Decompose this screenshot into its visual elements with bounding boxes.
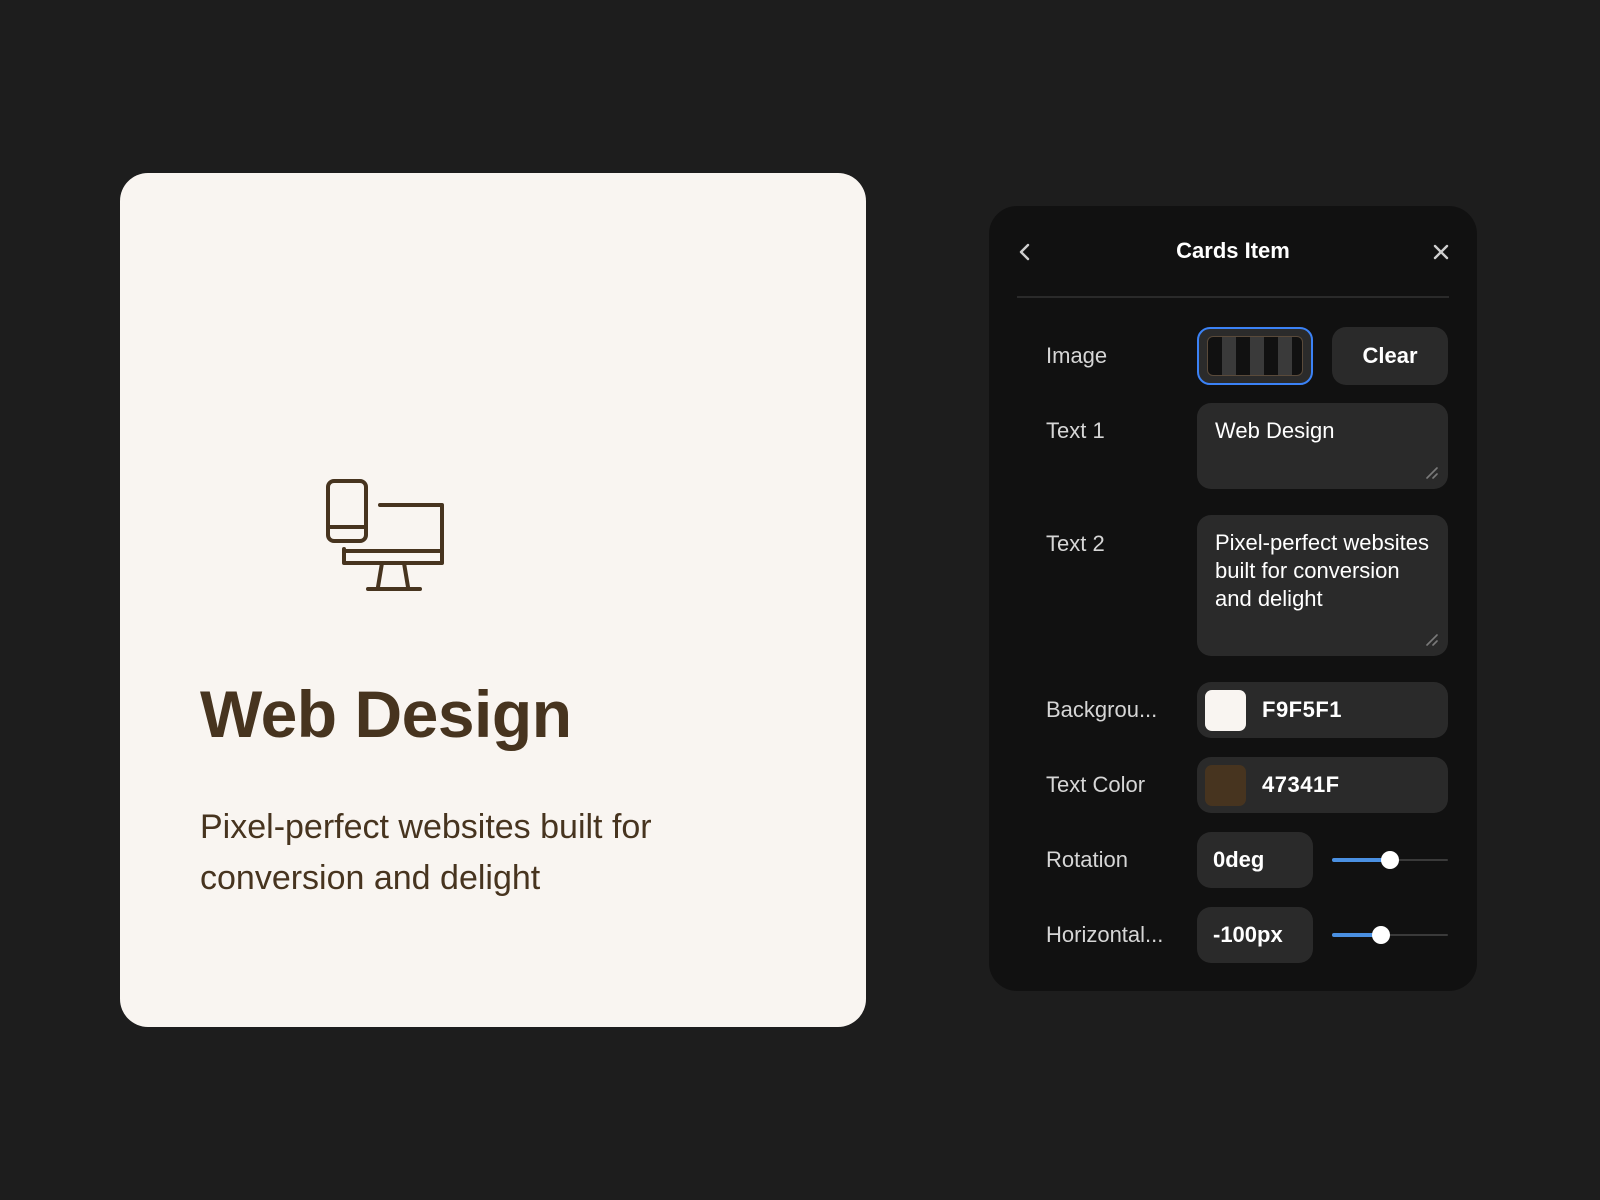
text2-field[interactable]: Pixel-perfect websites built for convers… (1197, 515, 1448, 656)
horizontal-value: -100px (1213, 922, 1283, 947)
text1-value: Web Design (1215, 418, 1335, 443)
slider-thumb[interactable] (1381, 851, 1399, 869)
horizontal-slider[interactable] (1332, 923, 1448, 947)
panel-header: Cards Item (1017, 206, 1449, 298)
text-color-hex: 47341F (1262, 772, 1340, 797)
card-description: Pixel-perfect websites built for convers… (200, 808, 652, 897)
horizontal-label: Horizontal... (1046, 922, 1164, 947)
rotation-label: Rotation (1046, 847, 1128, 872)
rotation-value: 0deg (1213, 847, 1265, 872)
text2-value: Pixel-perfect websites built for convers… (1215, 530, 1429, 611)
background-label: Backgrou... (1046, 697, 1158, 722)
text-color-field[interactable]: 47341F (1197, 757, 1448, 813)
text-color-swatch[interactable] (1205, 764, 1246, 806)
image-label: Image (1046, 343, 1108, 368)
background-hex: F9F5F1 (1262, 697, 1343, 722)
canvas: Web Design Pixel-perfect websites built … (0, 0, 1600, 1200)
panel-title: Cards Item (1176, 238, 1290, 263)
card-title: Web Design (200, 677, 572, 751)
preview-card[interactable]: Web Design Pixel-perfect websites built … (120, 173, 866, 1027)
background-swatch[interactable] (1205, 689, 1246, 731)
slider-thumb[interactable] (1371, 926, 1390, 944)
resize-grip-icon[interactable] (1424, 465, 1438, 479)
cards-item-panel: Cards Item Image Clear Text 1 Web Design… (989, 206, 1477, 991)
devices-icon (326, 479, 444, 591)
rotation-input[interactable]: 0deg (1197, 832, 1313, 888)
text2-label: Text 2 (1046, 531, 1105, 556)
image-thumbnail[interactable] (1197, 327, 1313, 385)
rotation-slider[interactable] (1332, 848, 1448, 872)
background-color-field[interactable]: F9F5F1 (1197, 682, 1448, 738)
text-color-label: Text Color (1046, 772, 1146, 797)
close-icon[interactable] (1423, 234, 1459, 270)
image-preview (1207, 336, 1303, 376)
clear-image-button[interactable]: Clear (1332, 327, 1448, 385)
horizontal-input[interactable]: -100px (1197, 907, 1313, 963)
text1-field[interactable]: Web Design (1197, 403, 1448, 489)
resize-grip-icon[interactable] (1424, 632, 1438, 646)
text1-label: Text 1 (1046, 418, 1105, 443)
